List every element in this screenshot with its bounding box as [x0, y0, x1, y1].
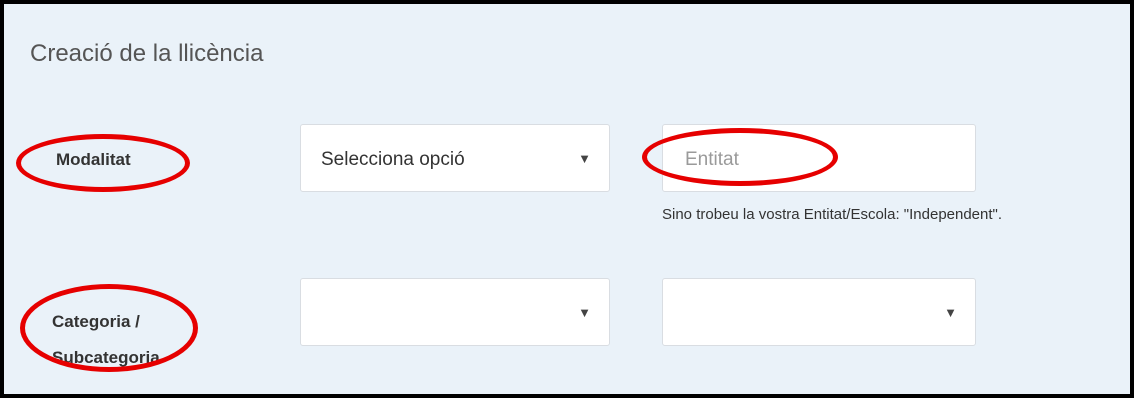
categoria-label-line1: Categoria /: [52, 312, 140, 331]
categoria-label: Categoria / Subcategoria: [52, 304, 160, 376]
categoria-label-line2: Subcategoria: [52, 348, 160, 367]
chevron-down-icon: ▼: [944, 305, 957, 320]
modalitat-select-value: Selecciona opció: [321, 149, 465, 170]
entitat-placeholder: Entitat: [685, 149, 739, 170]
modalitat-select[interactable]: Selecciona opció ▼: [300, 124, 610, 192]
section-title: Creació de la llicència: [30, 40, 264, 67]
categoria-select[interactable]: ▼: [300, 278, 610, 346]
license-creation-panel: Creació de la llicència Modalitat Selecc…: [0, 0, 1134, 398]
entitat-help-text: Sino trobeu la vostra Entitat/Escola: "I…: [662, 206, 1003, 223]
chevron-down-icon: ▼: [578, 151, 591, 166]
subcategoria-select[interactable]: ▼: [662, 278, 976, 346]
modalitat-label: Modalitat: [56, 150, 131, 169]
chevron-down-icon: ▼: [578, 305, 591, 320]
entitat-input[interactable]: Entitat: [662, 124, 976, 192]
